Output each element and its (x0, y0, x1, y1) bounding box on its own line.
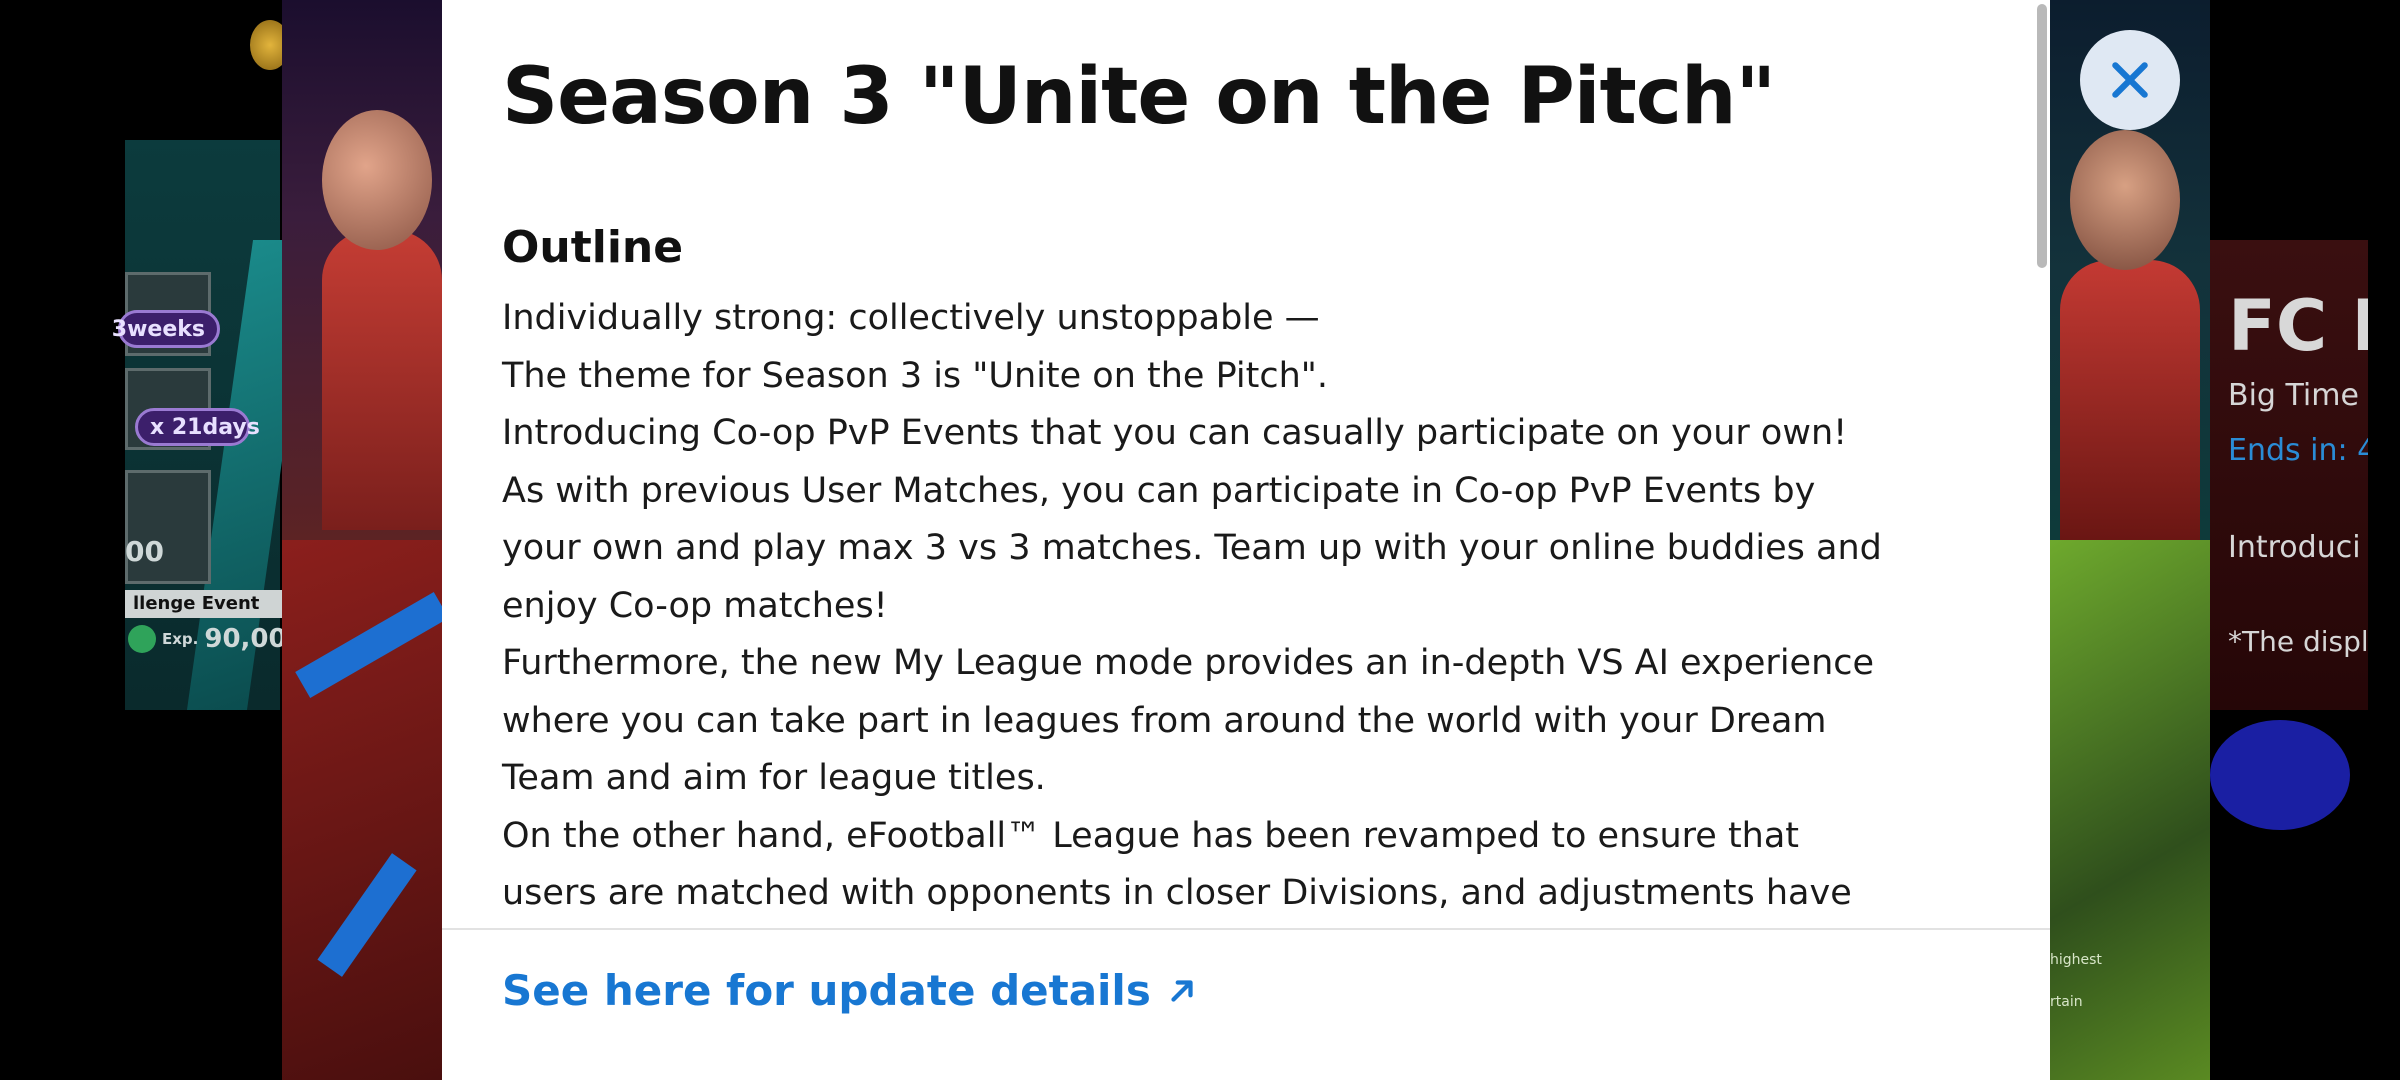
close-button[interactable] (2080, 30, 2180, 130)
body-paragraph: Furthermore, the new My League mode prov… (502, 643, 1875, 798)
player-banner-left (282, 0, 442, 540)
player-head (322, 110, 432, 250)
scrollbar-thumb[interactable] (2037, 4, 2047, 268)
card-ends-in: Ends in: 4 (2228, 433, 2377, 468)
card-intro: Introduci (2228, 530, 2361, 565)
player-shirt (322, 230, 442, 530)
card-subtitle: Big Time (2228, 378, 2359, 413)
outline-body: Individually strong: collectively unstop… (502, 290, 1892, 928)
season-info-modal: Season 3 "Unite on the Pitch" Outline In… (442, 0, 2050, 1080)
exp-label: Exp. (162, 630, 199, 648)
body-paragraph: On the other hand, eFootball™ League has… (502, 815, 1852, 914)
close-icon (2112, 62, 2148, 98)
modal-title: Season 3 "Unite on the Pitch" (502, 52, 1776, 142)
body-paragraph: As with previous User Matches, you can p… (502, 470, 1882, 626)
exp-icon (128, 625, 156, 653)
art-stripe (295, 592, 449, 698)
reward-number: 00 (125, 535, 164, 568)
promo-text-line: rtain (2050, 994, 2083, 1010)
modal-footer: See here for update details (442, 928, 2050, 1080)
body-paragraph: Individually strong: collectively unstop… (502, 298, 1320, 338)
exp-reward: Exp. 90,000 (128, 624, 305, 654)
promo-art-left (282, 540, 449, 1080)
card-note: *The displ (2228, 625, 2369, 658)
player-shirt (2060, 260, 2200, 540)
external-arrow-icon (1171, 979, 1193, 1002)
player-head (2070, 130, 2180, 270)
body-paragraph: Introducing Co-op PvP Events that you ca… (502, 413, 1848, 453)
decorative-shape (2210, 720, 2350, 830)
update-details-link[interactable]: See here for update details (502, 966, 1199, 1015)
promo-text-line: highest (2050, 952, 2102, 968)
promo-art-right: highest rtain (2050, 540, 2210, 1080)
body-paragraph: The theme for Season 3 is "Unite on the … (502, 355, 1329, 396)
event-type-label: llenge Event (125, 590, 282, 618)
duration-badge-days: x 21days (135, 408, 260, 446)
modal-scroll-area[interactable]: Season 3 "Unite on the Pitch" Outline In… (442, 0, 2050, 928)
art-stripe (317, 853, 417, 977)
update-details-label: See here for update details (502, 966, 1151, 1015)
section-heading: Outline (502, 222, 684, 273)
duration-badge-weeks: 3weeks (112, 310, 220, 348)
screen-edge (2368, 0, 2400, 1080)
